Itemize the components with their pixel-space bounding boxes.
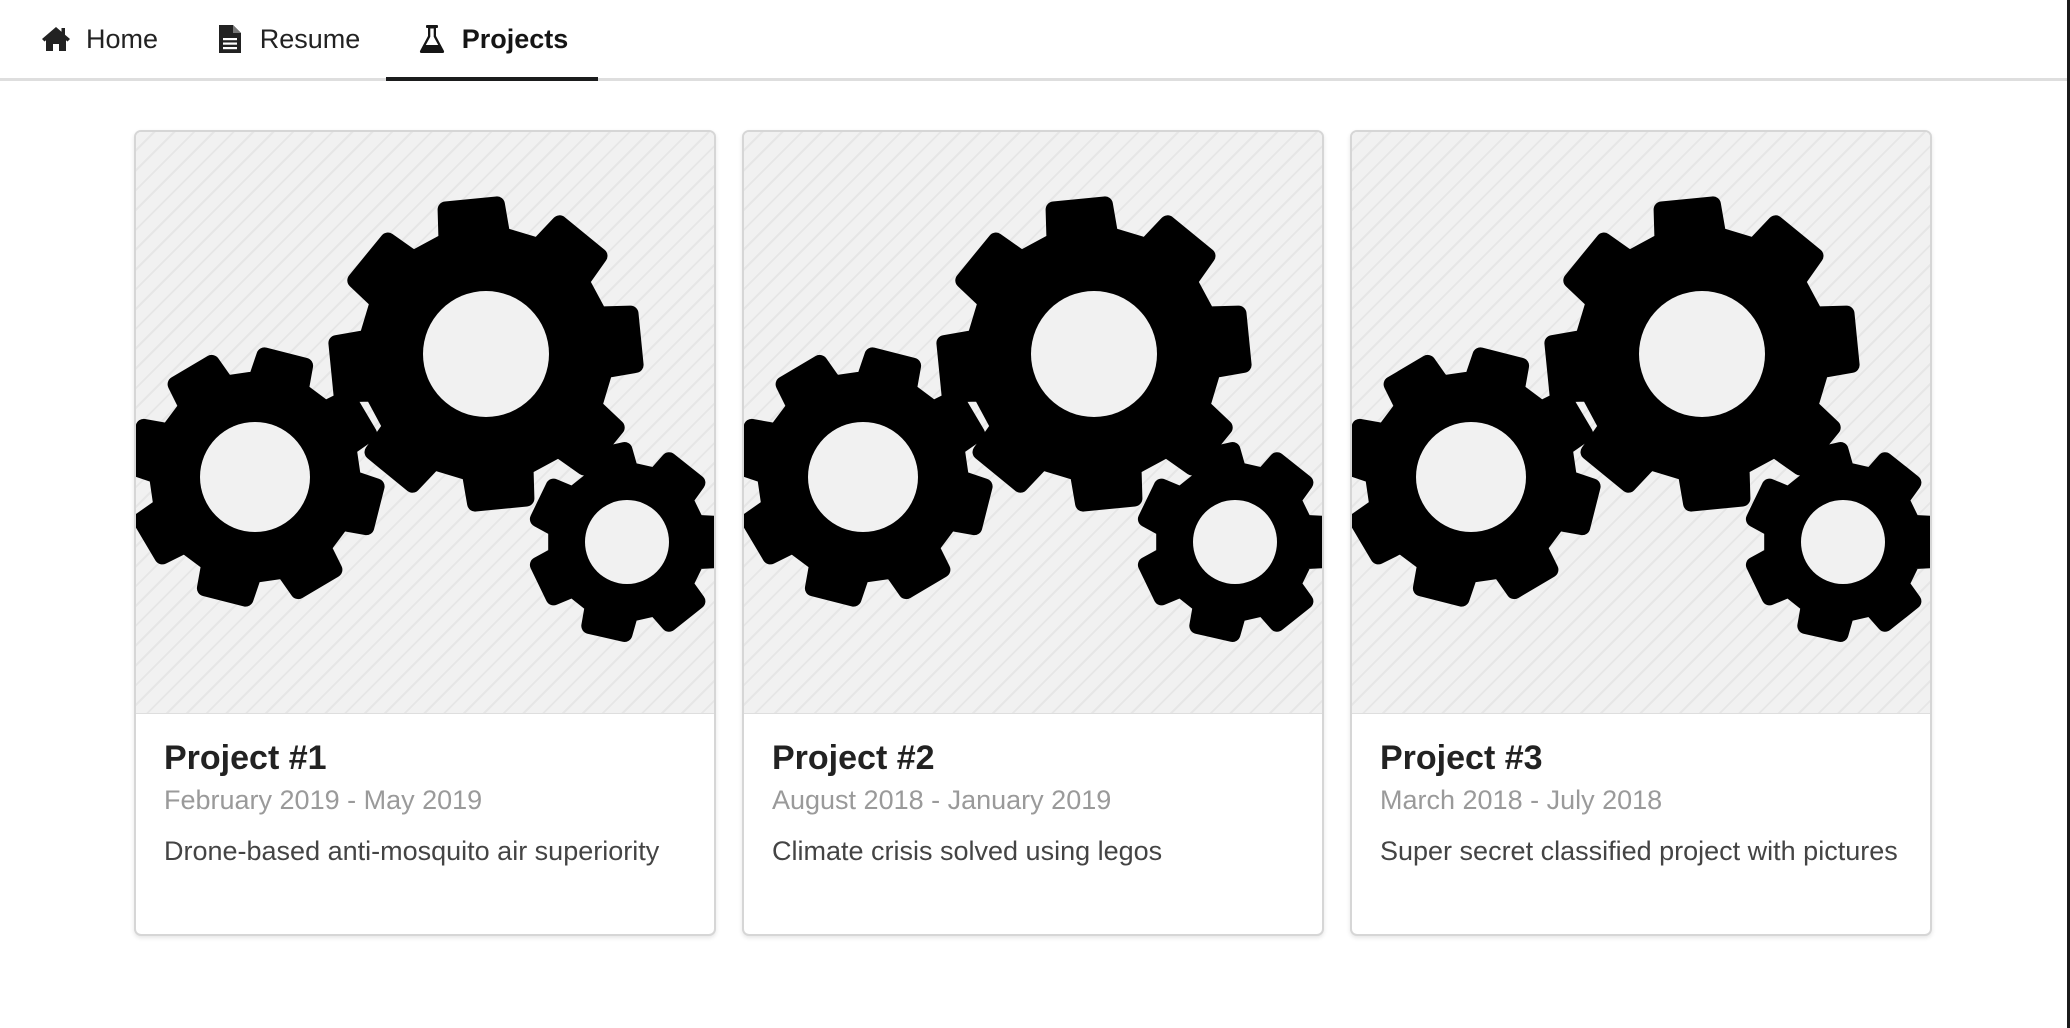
top-nav: Home Resume Projects (0, 0, 2067, 81)
flask-icon (416, 23, 448, 55)
home-icon (40, 23, 72, 55)
project-description: Climate crisis solved using legos (772, 836, 1163, 866)
tab-projects[interactable]: Projects (386, 0, 598, 81)
tab-resume[interactable]: Resume (198, 0, 376, 78)
project-card[interactable]: Project #1 February 2019 - May 2019 Dron… (134, 130, 716, 936)
gears-icon (1352, 196, 1930, 642)
tab-home[interactable]: Home (14, 0, 184, 78)
project-dates: February 2019 - May 2019 (164, 785, 483, 815)
project-dates: March 2018 - July 2018 (1380, 785, 1663, 815)
tab-home-label: Home (85, 23, 159, 54)
project-description: Drone-based anti-mosquito air superiorit… (164, 836, 660, 866)
project-image (744, 132, 1322, 714)
gears-icon (136, 196, 714, 642)
project-card[interactable]: Project #2 August 2018 - January 2019 Cl… (742, 130, 1324, 936)
card-content: Project #2 August 2018 - January 2019 Cl… (744, 714, 1322, 870)
gears-icon (744, 196, 1322, 642)
card-content: Project #3 March 2018 - July 2018 Super … (1352, 714, 1930, 870)
page: Home Resume Projects Project #1 February… (0, 0, 2070, 1028)
document-icon (214, 23, 246, 55)
project-description: Super secret classified project with pic… (1380, 836, 1898, 866)
project-title[interactable]: Project #3 (1380, 736, 1902, 780)
card-content: Project #1 February 2019 - May 2019 Dron… (136, 714, 714, 870)
project-title[interactable]: Project #2 (772, 736, 1294, 780)
project-image (1352, 132, 1930, 714)
tab-projects-label: Projects (461, 23, 569, 54)
tab-resume-label: Resume (259, 23, 361, 54)
project-image (136, 132, 714, 714)
project-cards: Project #1 February 2019 - May 2019 Dron… (134, 130, 1934, 938)
project-title[interactable]: Project #1 (164, 736, 686, 780)
project-dates: August 2018 - January 2019 (772, 785, 1112, 815)
project-card[interactable]: Project #3 March 2018 - July 2018 Super … (1350, 130, 1932, 936)
